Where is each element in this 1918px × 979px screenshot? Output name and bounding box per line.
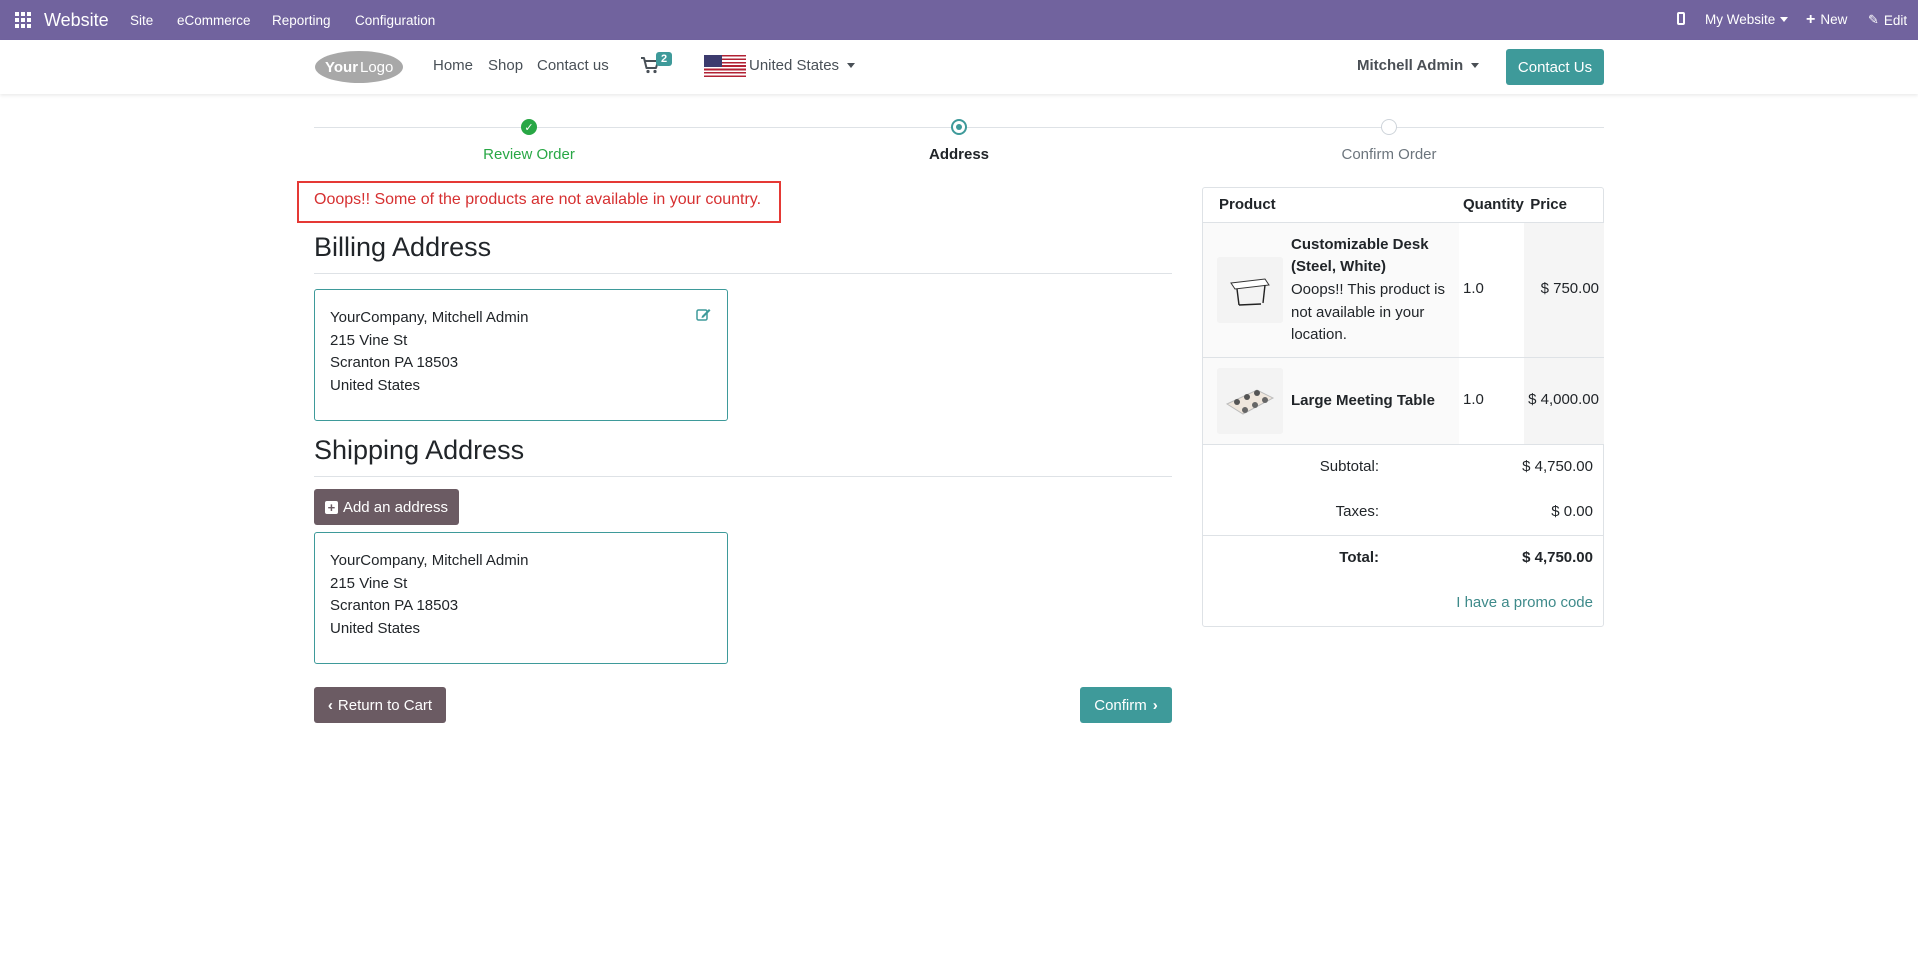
- site-navbar: Your Logo Home Shop Contact us 2 United …: [0, 40, 1918, 94]
- shipping-title: Shipping Address: [314, 435, 525, 465]
- user-name: Mitchell Admin: [1357, 57, 1464, 74]
- taxes-label: Taxes:: [1335, 503, 1379, 520]
- plus-square-icon: +: [324, 500, 338, 514]
- promo-code-link[interactable]: I have a promo code: [1456, 594, 1593, 611]
- item-price: $ 750.00: [1540, 280, 1599, 297]
- subtotal-value: $ 4,750.00: [1522, 458, 1593, 475]
- apps-grid-icon[interactable]: [15, 12, 31, 28]
- nav-home[interactable]: Home: [433, 57, 473, 74]
- add-address-button[interactable]: + Add an address: [314, 489, 459, 525]
- divider: [1203, 535, 1603, 536]
- us-flag-icon[interactable]: [704, 55, 746, 77]
- total-label: Total:: [1339, 549, 1379, 566]
- admin-brand[interactable]: Website: [44, 10, 109, 31]
- billing-title: Billing Address: [314, 232, 492, 262]
- new-label: New: [1820, 12, 1848, 27]
- caret-down-icon: [847, 63, 856, 68]
- mobile-icon: [1677, 12, 1685, 25]
- add-address-label: Add an address: [342, 498, 449, 516]
- company-logo[interactable]: Your Logo: [314, 49, 404, 85]
- user-menu[interactable]: Mitchell Admin: [1357, 57, 1480, 74]
- caret-down-icon: [1471, 63, 1480, 68]
- product-name[interactable]: Customizable Desk (Steel, White): [1291, 234, 1429, 278]
- address-line: YourCompany, Mitchell Admin: [330, 309, 529, 326]
- contact-us-button[interactable]: Contact Us: [1506, 49, 1604, 85]
- address-line: United States: [330, 619, 421, 637]
- header-price: Price: [1530, 196, 1567, 213]
- address-line: YourCompany, Mitchell Admin: [330, 552, 529, 569]
- header-product: Product: [1219, 196, 1276, 213]
- product-thumbnail[interactable]: [1217, 257, 1283, 323]
- country-label: United States: [749, 57, 840, 74]
- address-line: 215 Vine St: [330, 331, 408, 349]
- pending-step-dot: [1381, 119, 1397, 135]
- menu-ecommerce[interactable]: eCommerce: [177, 13, 251, 28]
- return-label: Return to Cart: [337, 696, 433, 714]
- menu-reporting[interactable]: Reporting: [272, 13, 331, 28]
- step-address: Address: [928, 146, 990, 163]
- address-line: 215 Vine St: [330, 574, 408, 592]
- plus-icon: +: [1806, 10, 1816, 28]
- product-name[interactable]: Large Meeting Table: [1291, 390, 1435, 412]
- pencil-icon: ✎: [1868, 12, 1879, 27]
- divider: [314, 476, 1172, 477]
- warning-line: Ooops!! This product is: [1291, 281, 1445, 298]
- total-value: $ 4,750.00: [1522, 549, 1593, 566]
- edit-label: Edit: [1883, 12, 1908, 28]
- check-icon: ✓: [521, 119, 537, 135]
- new-button[interactable]: + New: [1806, 10, 1848, 28]
- warning-line: not available in your: [1291, 303, 1425, 321]
- mobile-preview-button[interactable]: [1677, 12, 1685, 25]
- chevron-left-icon: ‹: [327, 696, 333, 714]
- admin-bar: Website Site eCommerce Reporting Configu…: [0, 0, 1918, 40]
- current-step-dot: [951, 119, 967, 135]
- cart-count-badge: 2: [656, 52, 673, 66]
- header-quantity: Quantity: [1463, 196, 1524, 213]
- menu-configuration[interactable]: Configuration: [355, 13, 435, 28]
- warning-line: location.: [1291, 326, 1347, 343]
- product-name-line: (Steel, White): [1291, 258, 1387, 275]
- menu-site[interactable]: Site: [130, 13, 153, 28]
- product-thumbnail[interactable]: [1217, 368, 1283, 434]
- order-summary: Product Quantity Price Customizable Desk…: [1202, 187, 1604, 627]
- confirm-button[interactable]: Confirm ›: [1080, 687, 1172, 723]
- address-line: United States: [330, 376, 421, 394]
- nav-contact-us[interactable]: Contact us: [537, 57, 609, 74]
- chevron-right-icon: ›: [1152, 696, 1158, 714]
- taxes-value: $ 0.00: [1551, 503, 1593, 520]
- country-selector[interactable]: United States: [749, 57, 856, 74]
- subtotal-label: Subtotal:: [1319, 458, 1379, 475]
- product-name-line: Customizable Desk: [1291, 236, 1429, 253]
- divider: [314, 273, 1172, 274]
- item-price: $ 4,000.00: [1528, 391, 1599, 408]
- divider: [1203, 444, 1603, 445]
- shipping-address-card[interactable]: YourCompany, Mitchell Admin 215 Vine St …: [314, 532, 728, 664]
- edit-button[interactable]: ✎ Edit: [1868, 12, 1907, 28]
- country-availability-alert: Ooops!! Some of the products are not ava…: [297, 181, 781, 223]
- address-line: Scranton PA 18503: [330, 354, 459, 371]
- step-confirm-order: Confirm Order: [1341, 146, 1437, 163]
- confirm-label: Confirm: [1094, 696, 1147, 714]
- edit-icon[interactable]: [696, 307, 711, 322]
- svg-text:Logo: Logo: [360, 59, 393, 76]
- website-selector-label: My Website: [1705, 12, 1776, 27]
- svg-text:Your: Your: [325, 59, 358, 76]
- nav-shop[interactable]: Shop: [488, 57, 523, 74]
- billing-address-card[interactable]: YourCompany, Mitchell Admin 215 Vine St …: [314, 289, 728, 421]
- caret-down-icon: [1780, 17, 1789, 22]
- product-unavailable-warning: Ooops!! This product is not available in…: [1291, 279, 1451, 347]
- item-quantity: 1.0: [1463, 391, 1484, 408]
- address-line: Scranton PA 18503: [330, 597, 459, 614]
- website-selector[interactable]: My Website: [1705, 12, 1789, 27]
- step-review-order[interactable]: Review Order: [429, 146, 629, 163]
- return-to-cart-button[interactable]: ‹ Return to Cart: [314, 687, 446, 723]
- item-quantity: 1.0: [1463, 280, 1484, 297]
